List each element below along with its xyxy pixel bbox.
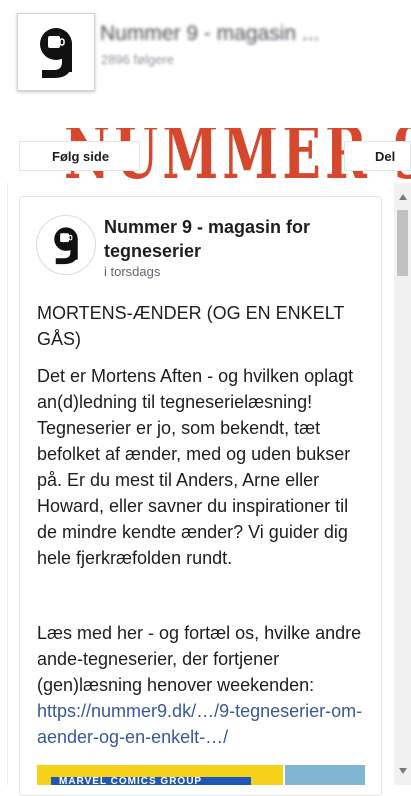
nummer9-logo-icon [40,28,72,78]
post-image-secondary[interactable] [285,765,365,785]
post-link[interactable]: https://nummer9.dk/…/9-tegneserier-om-ae… [37,698,367,750]
post-body: Det er Mortens Aften - og hvilken oplagt… [37,366,354,568]
page-avatar[interactable] [17,13,95,91]
feed-divider [7,183,8,785]
post-timestamp[interactable]: i torsdags [104,264,160,279]
follow-label: Følg side [52,148,110,164]
post-body-cta: Læs med her - og fortæl os, hvilke andre… [37,623,362,695]
nummer9-logo-icon [54,227,78,265]
comic-cover-text: MARVEL COMICS GROUP [59,776,203,785]
page-name[interactable]: Nummer 9 - magasin ... [100,22,400,46]
scroll-down-arrow-icon[interactable] [399,768,407,774]
scrollbar-thumb[interactable] [397,210,408,276]
follow-page-button[interactable]: Følg side [19,141,140,171]
post-author-avatar[interactable] [36,215,96,275]
post-title: MORTENS-ÆNDER (OG EN ENKELT GÅS) [37,303,345,349]
share-label: Del [375,148,396,164]
scroll-up-arrow-icon[interactable] [399,194,407,200]
post-author-name[interactable]: Nummer 9 - magasin for tegneserier [104,215,344,263]
share-button[interactable]: Del [344,141,411,171]
page-header: Nummer 9 - magasin ... 2896 følgere [0,0,411,120]
follower-count: 2896 følgere [101,52,174,67]
post-image-comic-cover[interactable]: MARVEL COMICS GROUP [37,765,283,785]
